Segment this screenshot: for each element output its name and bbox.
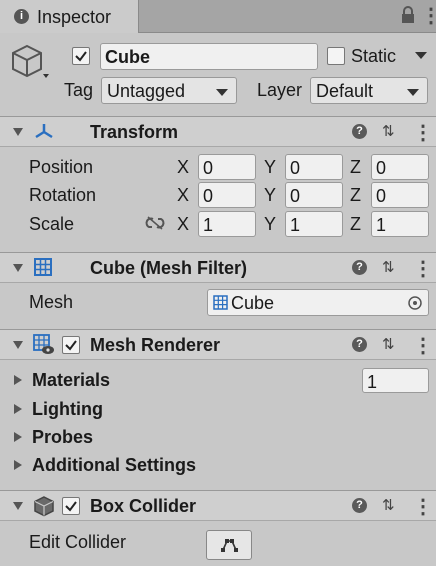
position-label: Position: [29, 157, 94, 177]
info-icon: i: [14, 9, 29, 24]
more-icon[interactable]: ⋮: [413, 494, 433, 519]
layer-label: Layer: [257, 80, 303, 100]
position-z-field[interactable]: 0: [371, 154, 429, 180]
lighting-label[interactable]: Lighting: [32, 399, 103, 420]
presets-icon[interactable]: ⇅: [382, 258, 395, 276]
more-icon[interactable]: ⋮: [413, 333, 433, 358]
checkmark-icon: [75, 51, 87, 62]
axis-x-label[interactable]: X: [177, 185, 189, 206]
rotation-z-field[interactable]: 0: [371, 182, 429, 208]
mesh-renderer-title: Mesh Renderer: [90, 335, 221, 355]
scale-label: Scale: [29, 214, 75, 234]
axis-x-label[interactable]: X: [177, 214, 189, 235]
box-collider-title: Box Collider: [90, 496, 197, 516]
mesh-filter-icon: [34, 258, 52, 276]
materials-label[interactable]: Materials: [32, 370, 110, 391]
chevron-down-icon: [407, 89, 419, 96]
rotation-y-field[interactable]: 0: [285, 182, 343, 208]
foldout-arrow-icon[interactable]: [13, 502, 23, 510]
more-icon[interactable]: ⋮: [413, 256, 433, 281]
position-y-field[interactable]: 0: [285, 154, 343, 180]
cube-object-icon[interactable]: [11, 42, 51, 82]
lighting-foldout-icon[interactable]: [14, 404, 22, 414]
box-collider-icon: [34, 496, 54, 517]
lock-icon[interactable]: [400, 6, 416, 24]
axis-z-label[interactable]: Z: [350, 185, 361, 206]
axis-z-label[interactable]: Z: [350, 214, 361, 235]
transform-icon: [35, 124, 53, 139]
axis-y-label[interactable]: Y: [264, 157, 276, 178]
mesh-value: Cube: [231, 293, 275, 313]
checkmark-icon: [65, 501, 77, 512]
chevron-down-icon: [216, 89, 228, 96]
mesh-label: Mesh: [29, 292, 74, 312]
rotation-label: Rotation: [29, 185, 97, 205]
edit-collider-label: Edit Collider: [29, 532, 127, 552]
help-icon[interactable]: ?: [352, 124, 367, 139]
static-dropdown-caret-icon[interactable]: [415, 52, 427, 59]
axis-x-label[interactable]: X: [177, 157, 189, 178]
additional-settings-foldout-icon[interactable]: [14, 460, 22, 470]
object-name-input[interactable]: Cube: [100, 43, 318, 70]
foldout-arrow-icon[interactable]: [13, 128, 23, 136]
axis-z-label[interactable]: Z: [350, 157, 361, 178]
rotation-x-field[interactable]: 0: [198, 182, 256, 208]
additional-settings-label[interactable]: Additional Settings: [32, 455, 196, 476]
presets-icon[interactable]: ⇅: [382, 122, 395, 140]
mesh-object-field[interactable]: Cube: [207, 289, 429, 316]
active-checkbox[interactable]: [72, 47, 90, 65]
materials-foldout-icon[interactable]: [14, 375, 22, 385]
more-icon[interactable]: ⋮: [413, 120, 433, 145]
transform-header[interactable]: [0, 116, 436, 147]
constrain-proportions-icon[interactable]: [145, 215, 165, 231]
tag-label: Tag: [64, 80, 94, 100]
presets-icon[interactable]: ⇅: [382, 496, 395, 514]
mesh-renderer-enabled-checkbox[interactable]: [62, 336, 80, 354]
help-icon[interactable]: ?: [352, 498, 367, 513]
tag-value: Untagged: [107, 81, 186, 101]
foldout-arrow-icon[interactable]: [13, 341, 23, 349]
presets-icon[interactable]: ⇅: [382, 335, 395, 353]
mesh-icon: [213, 295, 228, 310]
object-picker-icon[interactable]: [408, 296, 422, 310]
mesh-filter-title: Cube (Mesh Filter): [90, 258, 248, 278]
static-label: Static: [351, 46, 397, 66]
window-more-icon[interactable]: ⋮: [421, 3, 436, 28]
position-x-field[interactable]: 0: [198, 154, 256, 180]
axis-y-label[interactable]: Y: [264, 214, 276, 235]
edit-collider-button[interactable]: [206, 530, 252, 560]
help-icon[interactable]: ?: [352, 260, 367, 275]
layer-value: Default: [316, 81, 374, 101]
scale-x-field[interactable]: 1: [198, 211, 256, 237]
box-collider-enabled-checkbox[interactable]: [62, 497, 80, 515]
foldout-arrow-icon[interactable]: [13, 264, 23, 272]
tab-title: Inspector: [37, 7, 112, 27]
layer-dropdown[interactable]: Default: [310, 77, 428, 104]
materials-count-field[interactable]: 1: [362, 368, 429, 393]
tag-dropdown[interactable]: Untagged: [101, 77, 237, 104]
probes-label[interactable]: Probes: [32, 427, 93, 448]
transform-title: Transform: [90, 122, 179, 142]
scale-z-field[interactable]: 1: [371, 211, 429, 237]
static-checkbox[interactable]: [327, 47, 345, 65]
edit-bounds-icon: [221, 539, 238, 552]
axis-y-label[interactable]: Y: [264, 185, 276, 206]
scale-y-field[interactable]: 1: [285, 211, 343, 237]
checkmark-icon: [65, 340, 77, 351]
mesh-renderer-icon: [33, 334, 54, 354]
probes-foldout-icon[interactable]: [14, 432, 22, 442]
help-icon[interactable]: ?: [352, 337, 367, 352]
